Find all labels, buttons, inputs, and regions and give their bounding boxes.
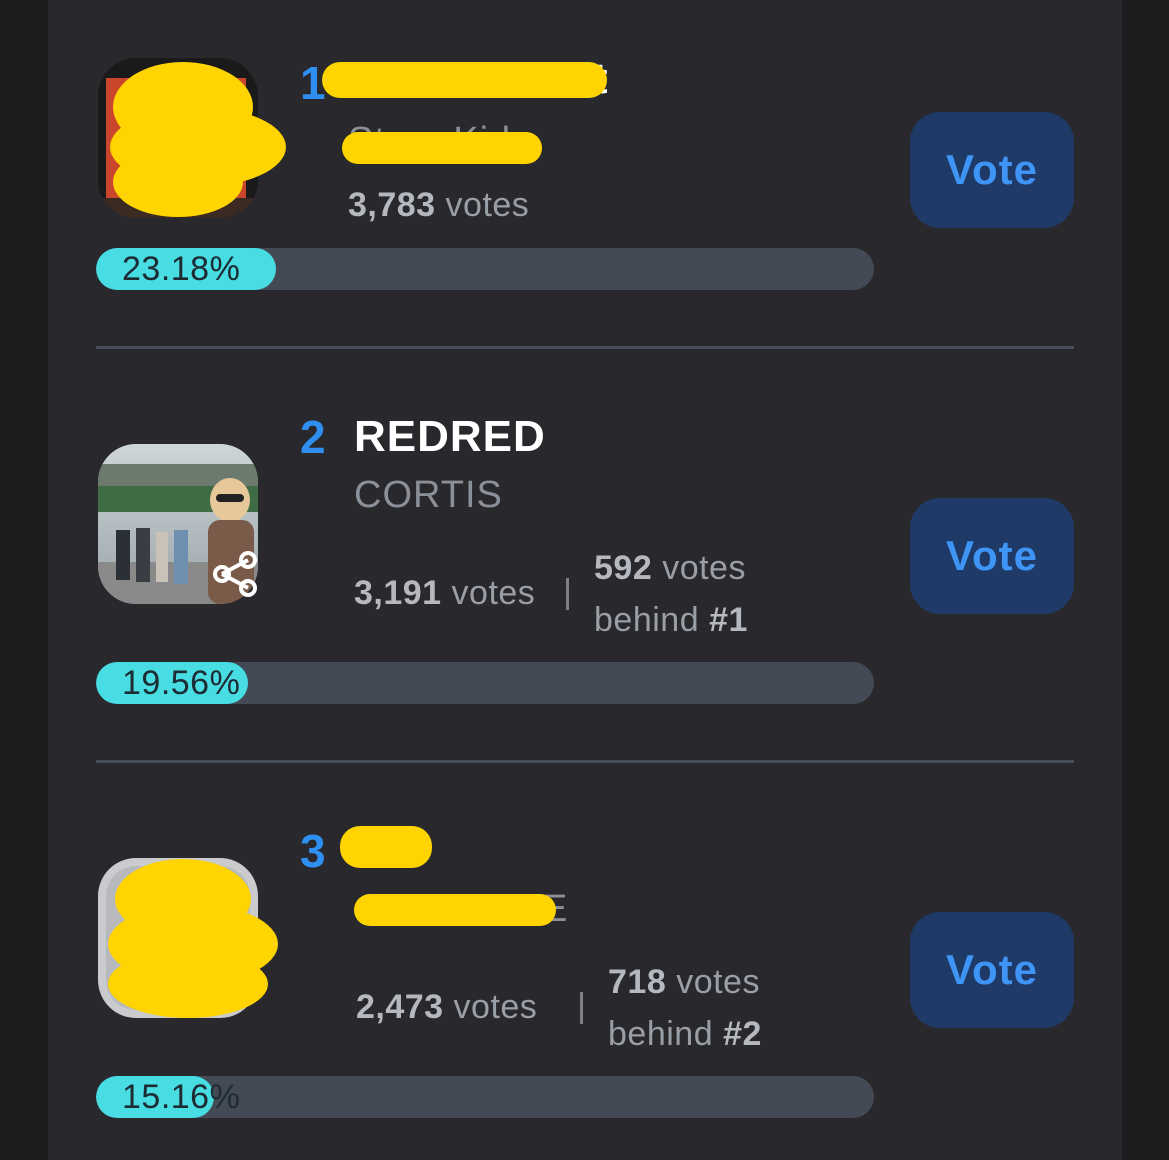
artist-name: CORTIS [354,474,503,516]
vote-percentage-label: 23.18% [122,250,241,288]
poll-page: 1 Tt Stray Kids 3,783 votes Vote 23.18% [0,0,1169,1160]
song-title: REDRED [354,412,546,461]
vote-button[interactable]: Vote [910,498,1074,614]
redaction-scribble [108,859,278,1018]
vote-percentage-bar: 23.18% [96,248,874,290]
vote-count: 2,473 votes [356,988,538,1026]
redaction-scribble [110,62,286,217]
vote-button[interactable]: Vote [910,912,1074,1028]
rank-number: 2 [300,411,326,463]
vote-count: 3,783 votes [348,186,530,224]
entry-divider [96,760,1074,763]
vote-button[interactable]: Vote [910,112,1074,228]
vote-percentage-bar: 15.16% [96,1076,874,1118]
vote-separator [566,578,569,610]
redaction-scribble [322,62,607,98]
vote-count: 3,191 votes [354,574,536,612]
redaction-scribble [354,894,556,926]
redaction-scribble [342,132,542,164]
share-icon[interactable] [208,546,264,602]
vote-percentage-label: 15.16% [122,1078,241,1116]
rank-number: 3 [300,825,326,877]
votes-behind: 592 votes behind #1 [594,549,748,639]
poll-results-card: 1 Tt Stray Kids 3,783 votes Vote 23.18% [48,0,1122,1160]
votes-behind: 718 votes behind #2 [608,963,762,1053]
vote-percentage-label: 19.56% [122,664,241,702]
vote-separator [580,992,583,1024]
vote-percentage-bar: 19.56% [96,662,874,704]
redaction-scribble [340,826,432,868]
entry-divider [96,346,1074,349]
